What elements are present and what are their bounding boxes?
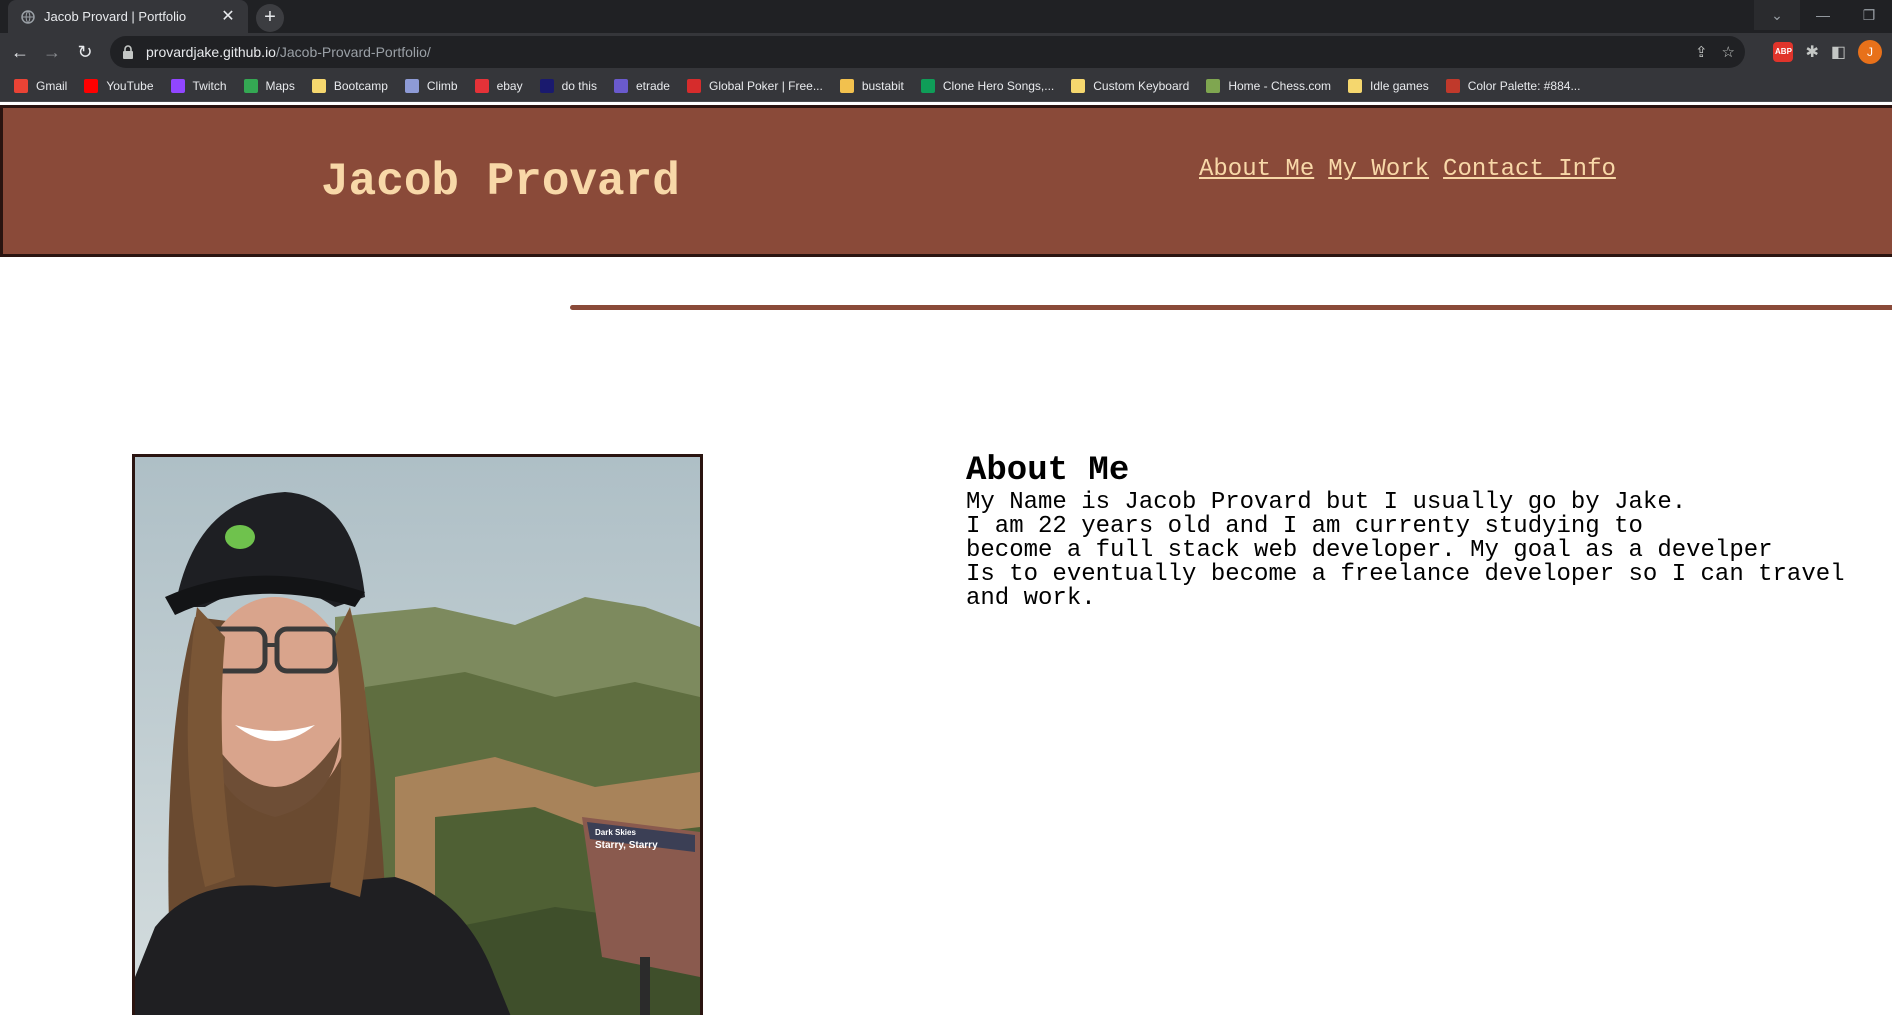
bookmark-label: Twitch (192, 79, 227, 93)
folder-icon (311, 79, 326, 93)
bookmark-label: Gmail (36, 79, 68, 93)
profile-avatar[interactable]: J (1858, 40, 1882, 64)
chevron-down-icon[interactable]: ⌄ (1754, 0, 1800, 30)
site-nav: About Me My Work Contact Info (1199, 156, 1616, 183)
bookmark-item[interactable]: etrade (613, 79, 670, 93)
extensions-area: ABP ✱ ◧ J (1773, 38, 1882, 66)
section-divider (570, 305, 1892, 310)
bookmark-item[interactable]: ebay (474, 79, 523, 93)
nav-link-about-me[interactable]: About Me (1199, 156, 1314, 183)
bookmark-label: Color Palette: #884... (1467, 79, 1581, 93)
bookmark-item[interactable]: Climb (404, 79, 458, 93)
bookmark-label: bustabit (861, 79, 904, 93)
maps-icon (243, 79, 258, 93)
bookmark-item[interactable]: Global Poker | Free... (686, 79, 823, 93)
bookmark-item[interactable]: do this (539, 79, 597, 93)
bookmark-label: Home - Chess.com (1228, 79, 1332, 93)
sign-text-line-2: Starry, Starry (595, 840, 658, 851)
side-panel-icon[interactable]: ◧ (1831, 42, 1846, 62)
bookmark-label: YouTube (106, 79, 154, 93)
bookmark-item[interactable]: Color Palette: #884... (1445, 79, 1581, 93)
share-icon[interactable]: ⇪ (1695, 43, 1708, 61)
site-title: Jacob Provard (321, 156, 680, 208)
ebay-icon (474, 79, 489, 93)
tab-title: Jacob Provard | Portfolio (44, 9, 187, 24)
bookmark-label: Idle games (1370, 79, 1429, 93)
globe-icon (20, 9, 36, 25)
about-text-line: Is to eventually become a freelance deve… (966, 561, 1845, 588)
palette-icon (1445, 79, 1460, 93)
bookmark-item[interactable]: bustabit (839, 79, 904, 93)
adblock-icon[interactable]: ABP (1773, 42, 1794, 62)
url-path: /Jacob-Provard-Portfolio/ (275, 44, 431, 60)
about-section: About Me My Name is Jacob Provard but I … (966, 451, 1866, 611)
browser-tabstrip: Jacob Provard | Portfolio ✕ + ⌄ — ❐ (0, 0, 1892, 33)
bookmark-label: Clone Hero Songs,... (942, 79, 1055, 93)
bookmark-item[interactable]: Maps (243, 79, 295, 93)
page-viewport: Jacob Provard About Me My Work Contact I… (0, 103, 1892, 1015)
sign-text-line-1: Dark Skies (595, 828, 636, 837)
browser-toolbar: ← → ↻ provardjake.github.io/Jacob-Provar… (0, 33, 1892, 71)
folder-icon (1071, 79, 1086, 93)
about-heading: About Me (966, 452, 1130, 490)
bookmark-item[interactable]: Clone Hero Songs,... (920, 79, 1055, 93)
bookmark-label: ebay (496, 79, 523, 93)
bookmark-label: Climb (426, 79, 458, 93)
back-arrow-icon[interactable]: ← (6, 38, 34, 66)
profile-photo-illustration: Dark Skies Starry, Starry (135, 457, 700, 1015)
lock-icon (122, 45, 136, 59)
climb-icon (404, 79, 419, 93)
site-header: Jacob Provard About Me My Work Contact I… (0, 105, 1892, 257)
bookmark-label: etrade (635, 79, 670, 93)
forward-arrow-icon[interactable]: → (38, 38, 66, 66)
about-text-line: I am 22 years old and I am currenty stud… (966, 513, 1643, 540)
about-text-line: become a full stack web developer. My go… (966, 537, 1773, 564)
dothis-icon (539, 79, 554, 93)
bookmark-item[interactable]: Bootcamp (311, 79, 388, 93)
sheets-icon (920, 79, 935, 93)
bookmark-item[interactable]: Idle games (1348, 79, 1429, 93)
bookmark-item[interactable]: Twitch (170, 79, 227, 93)
youtube-icon (84, 79, 99, 93)
nav-link-my-work[interactable]: My Work (1328, 156, 1429, 183)
bookmark-item[interactable]: YouTube (84, 79, 154, 93)
chess-icon (1206, 79, 1221, 93)
bookmark-label: Maps (265, 79, 295, 93)
gmail-icon (14, 79, 28, 93)
bookmark-label: Bootcamp (333, 79, 388, 93)
bookmarks-bar: Gmail YouTube Twitch Maps Bootcamp Climb ebay d… (0, 71, 1892, 102)
bookmark-label: do this (561, 79, 597, 93)
nav-link-contact-info[interactable]: Contact Info (1443, 156, 1616, 183)
restore-icon[interactable]: ❐ (1846, 0, 1892, 30)
star-icon[interactable]: ☆ (1722, 43, 1735, 61)
poker-icon (686, 79, 701, 93)
close-icon[interactable]: ✕ (218, 7, 238, 27)
url-host: provardjake.github.io (146, 44, 276, 60)
twitch-icon (170, 79, 185, 93)
bookmark-item[interactable]: Home - Chess.com (1206, 79, 1331, 93)
new-tab-button[interactable]: + (256, 4, 284, 32)
puzzle-icon[interactable]: ✱ (1805, 42, 1818, 62)
address-bar[interactable]: provardjake.github.io/Jacob-Provard-Port… (110, 36, 1745, 68)
bookmark-label: Global Poker | Free... (708, 79, 823, 93)
reload-icon[interactable]: ↻ (71, 38, 99, 66)
bookmark-item[interactable]: Custom Keyboard (1071, 79, 1189, 93)
about-text-line: My Name is Jacob Provard but I usually g… (966, 489, 1687, 516)
profile-photo: Dark Skies Starry, Starry (132, 454, 703, 1015)
bookmark-label: Custom Keyboard (1093, 79, 1190, 93)
bookmark-item[interactable]: Gmail (14, 79, 67, 93)
browser-tab[interactable]: Jacob Provard | Portfolio ✕ (8, 0, 248, 33)
bustabit-icon (839, 79, 854, 93)
etrade-icon (613, 79, 628, 93)
folder-icon (1348, 79, 1363, 93)
minimize-icon[interactable]: — (1800, 0, 1846, 30)
about-text-line: and work. (966, 585, 1096, 612)
window-controls: ⌄ — ❐ (1754, 0, 1892, 30)
